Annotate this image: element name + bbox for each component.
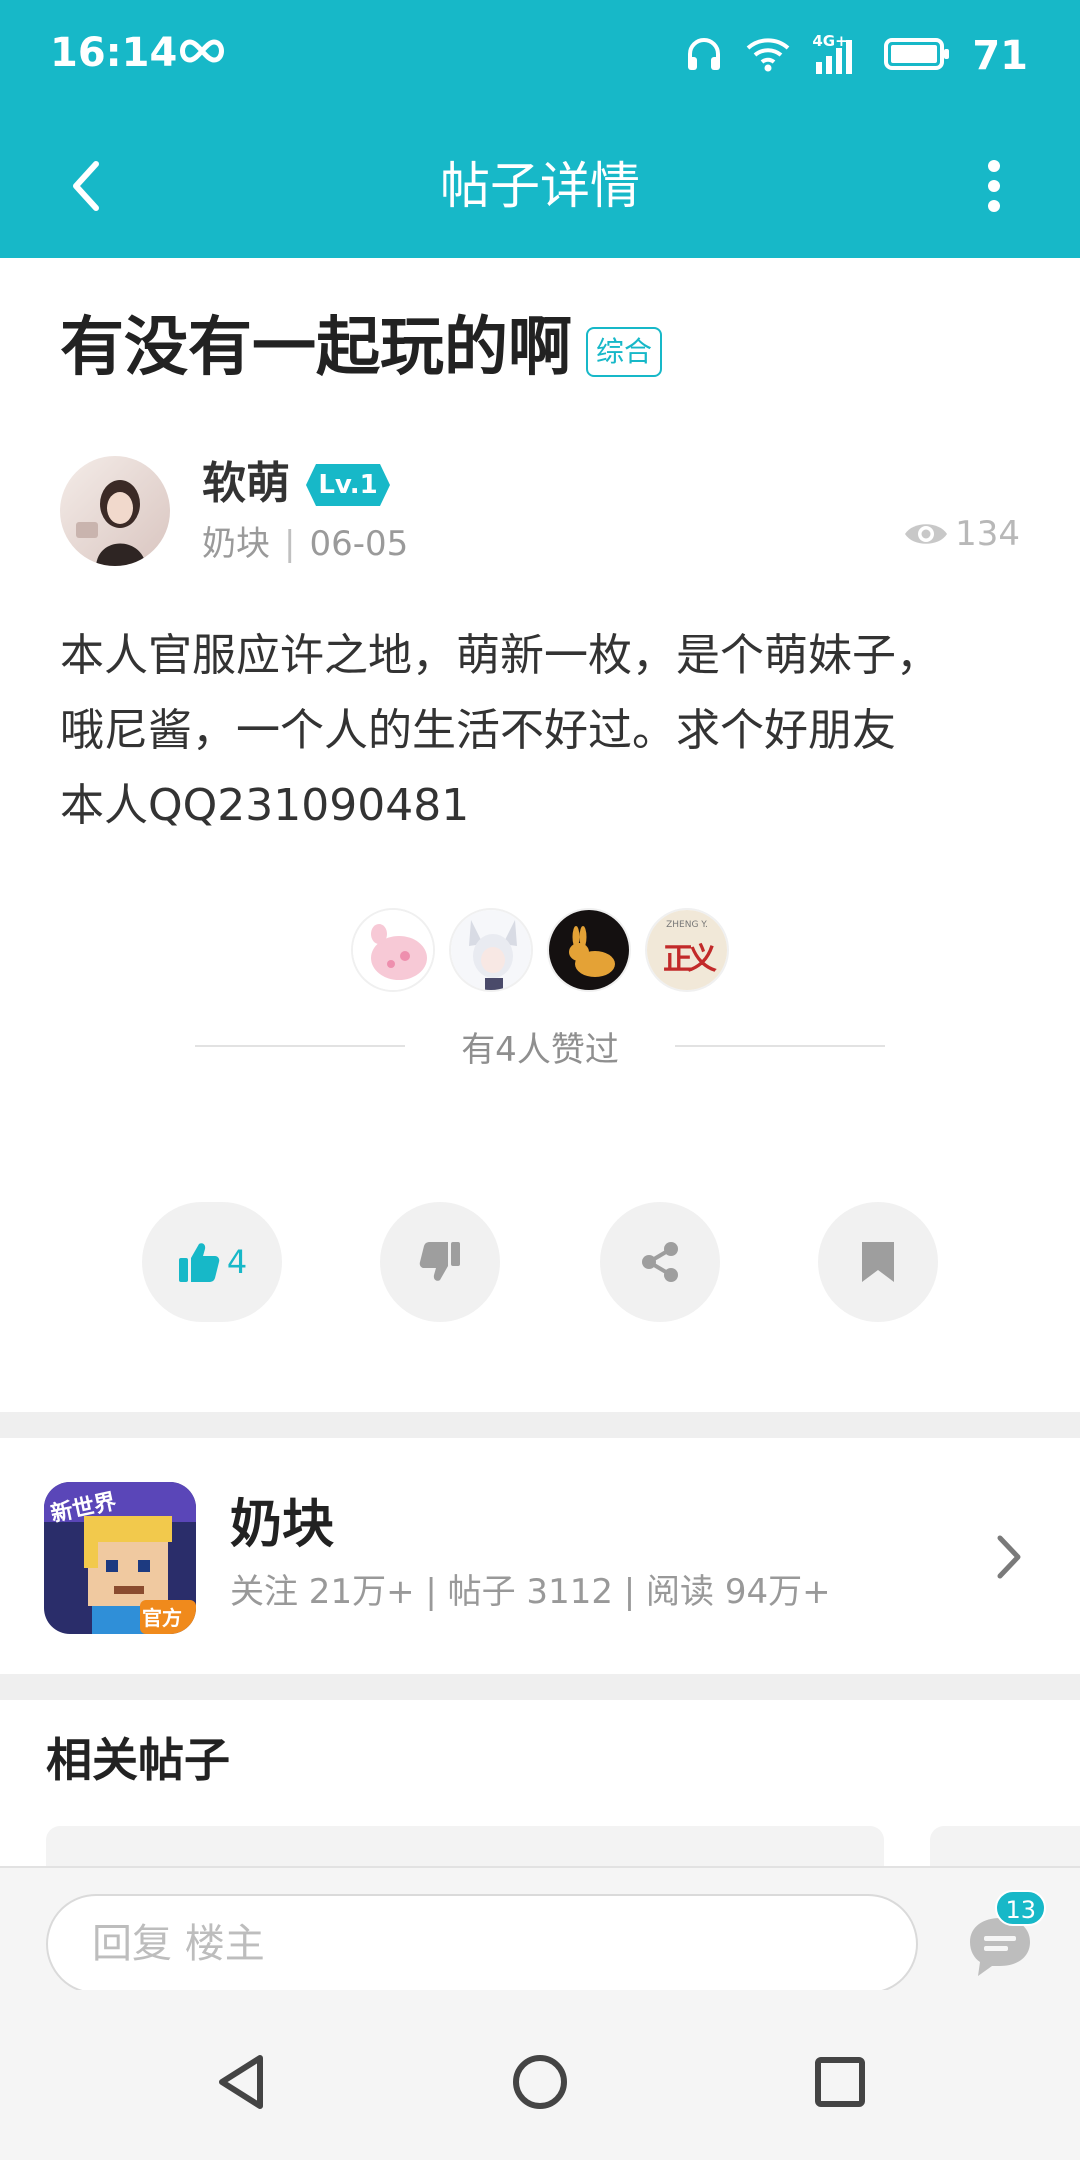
app-bar: 帖子详情 [0, 114, 1080, 258]
post-date: 06-05 [309, 524, 409, 564]
author-row: 软萌 Lv.1 奶块 | 06-05 134 [60, 456, 1020, 568]
nav-back-icon [219, 2055, 263, 2109]
level-badge: Lv.1 [306, 464, 390, 506]
nav-back-button[interactable] [192, 2032, 292, 2132]
like-count: 4 [226, 1243, 248, 1281]
reply-bar: 回复 楼主 13 [0, 1866, 1080, 1994]
author-forum: 奶块 [202, 524, 270, 564]
liker-4-text: 正义 [663, 942, 717, 977]
thumbs-up-icon [178, 1243, 220, 1282]
forum-card[interactable]: 新世界 官方 奶块 关注 21万+ | 帖子 3112 | 阅读 94万+ [0, 1438, 1080, 1674]
nav-recents-button[interactable] [790, 2032, 890, 2132]
related-posts-title: 相关帖子 [46, 1733, 230, 1787]
liker-avatar-3[interactable] [547, 908, 631, 992]
liker-avatar-1[interactable] [351, 908, 435, 992]
chevron-right-icon [996, 1534, 1024, 1584]
likers-avatars: ZHENG Y. 正义 [0, 908, 1080, 998]
likers-count-row: 有4人赞过 [195, 1018, 886, 1074]
battery-level: 71 [972, 33, 1028, 79]
favorite-button[interactable] [818, 1202, 938, 1322]
section-divider [0, 1412, 1080, 1438]
more-options-button[interactable] [952, 144, 1036, 228]
headphones-icon [684, 34, 724, 78]
author-name[interactable]: 软萌 [202, 456, 290, 512]
likers-count-text[interactable]: 有4人赞过 [405, 1022, 675, 1071]
eye-icon [905, 524, 948, 544]
meta-separator: | [284, 524, 296, 564]
nav-home-button[interactable] [490, 2032, 590, 2132]
comment-count-badge: 13 [995, 1890, 1046, 1926]
level-label: Lv.1 [318, 470, 378, 500]
view-count-value: 134 [955, 514, 1020, 554]
forum-stats: 关注 21万+ | 帖子 3112 | 阅读 94万+ [230, 1572, 831, 1612]
author-meta: 奶块 | 06-05 [202, 520, 408, 568]
page-title: 帖子详情 [440, 157, 640, 215]
related-post-card[interactable] [46, 1826, 884, 1866]
post-title-row: 有没有一起玩的啊 综合 [60, 300, 663, 396]
related-post-card[interactable] [930, 1826, 1080, 1866]
more-vertical-icon [988, 160, 1000, 212]
system-nav-bar [0, 1990, 1080, 2160]
divider-line [674, 1045, 886, 1047]
post-body-line: 本人官服应许之地，萌新一枚，是个萌妹子， [60, 630, 940, 681]
infinity-icon [176, 36, 228, 70]
wifi-icon [746, 36, 790, 76]
share-button[interactable] [600, 1202, 720, 1322]
post-category-tag[interactable]: 综合 [586, 327, 663, 377]
post-body-line: 本人QQ231090481 [60, 780, 470, 831]
view-count: 134 [903, 514, 1020, 554]
liker-avatar-2[interactable] [449, 908, 533, 992]
post-body-line: 哦尼酱，一个人的生活不好过。求个好朋友 [60, 705, 896, 756]
battery-icon [884, 37, 950, 75]
post-title: 有没有一起玩的啊 [60, 311, 572, 385]
status-icons: 4G+ 71 [684, 30, 1028, 82]
thumbs-down-icon [419, 1242, 460, 1281]
post-body: 本人官服应许之地，萌新一枚，是个萌妹子， 哦尼酱，一个人的生活不好过。求个好朋友… [60, 618, 1020, 843]
forum-icon: 新世界 官方 [44, 1482, 196, 1634]
bookmark-icon [862, 1242, 894, 1282]
signal-icon: 4G+ [812, 32, 862, 78]
liker-avatar-4[interactable]: ZHENG Y. 正义 [645, 908, 729, 992]
share-icon [642, 1242, 678, 1282]
liker-4-small-text: ZHENG Y. [666, 920, 708, 930]
forum-icon-official: 官方 [142, 1606, 182, 1630]
status-time: 16:14 [50, 30, 178, 76]
like-button[interactable]: 4 [142, 1202, 282, 1322]
status-bar: 16:14 4G+ 71 [0, 0, 1080, 114]
nav-recents-icon [815, 2057, 865, 2107]
nav-home-icon [513, 2055, 567, 2109]
section-divider [0, 1674, 1080, 1700]
dislike-button[interactable] [380, 1202, 500, 1322]
forum-name: 奶块 [230, 1495, 335, 1555]
post-actions: 4 [142, 1202, 942, 1322]
reply-input[interactable]: 回复 楼主 [46, 1894, 918, 1994]
divider-line [195, 1045, 406, 1047]
author-avatar[interactable] [60, 456, 170, 566]
